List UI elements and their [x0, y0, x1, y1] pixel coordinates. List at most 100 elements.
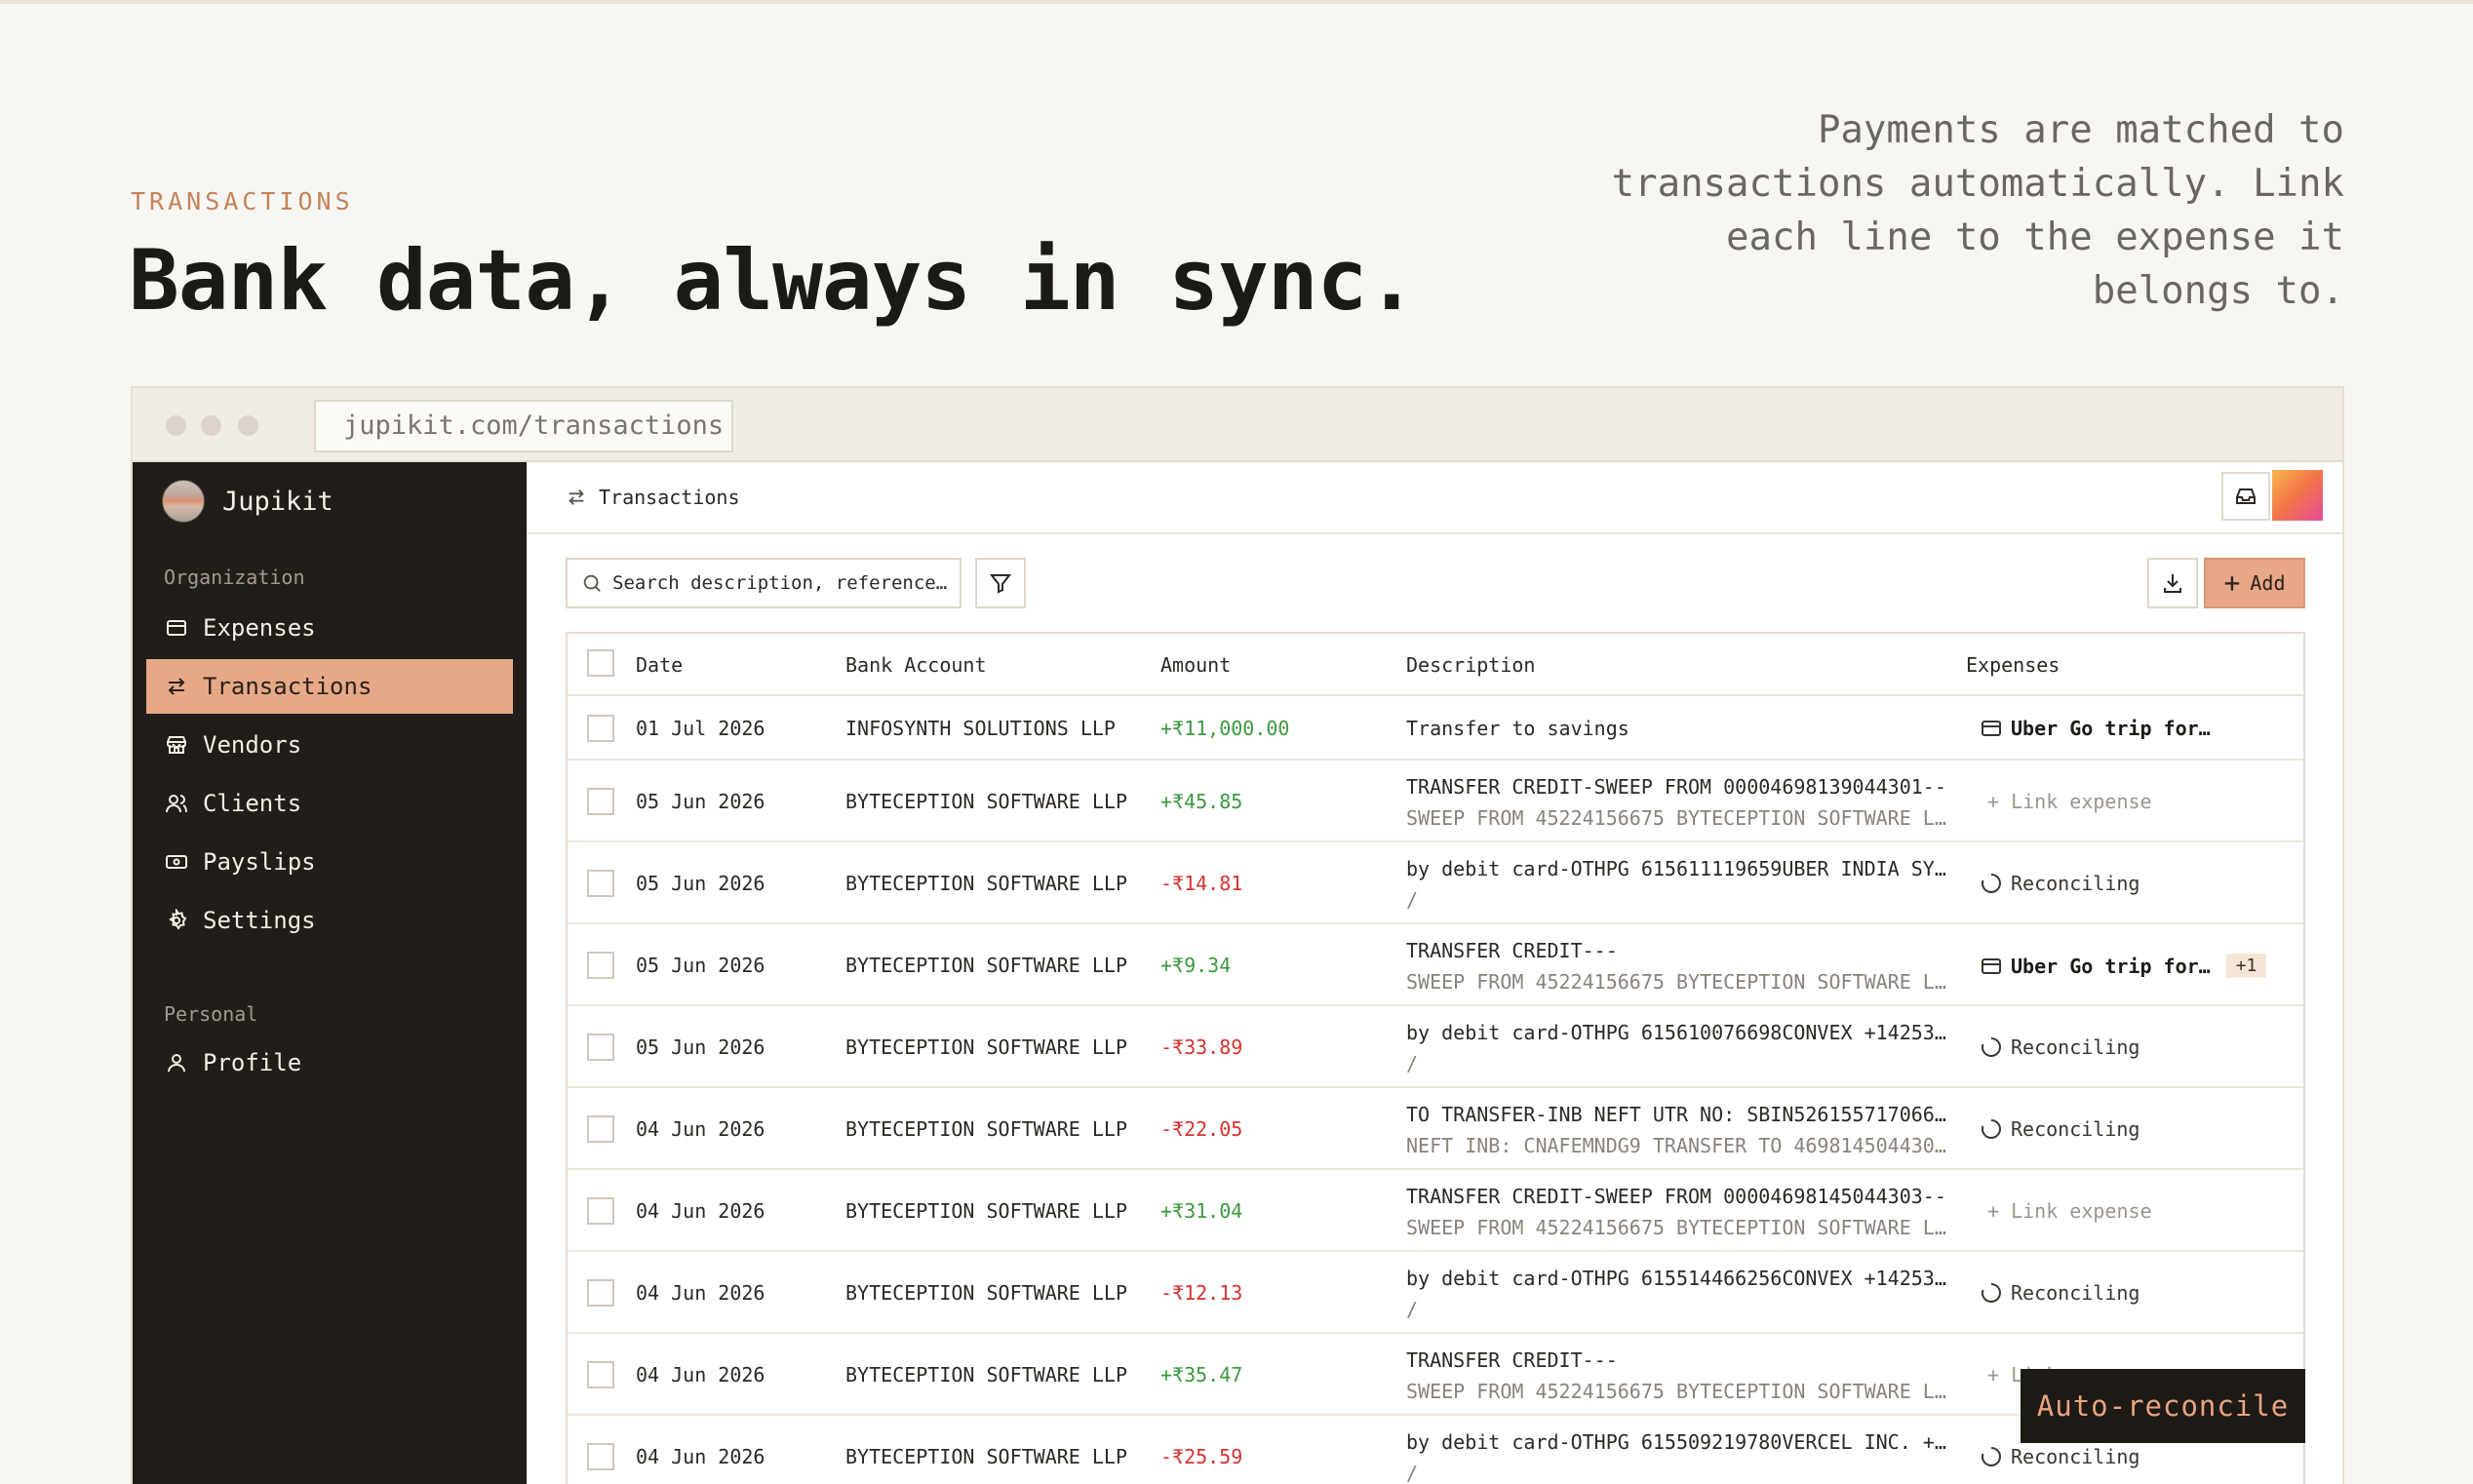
table-row[interactable]: 04 Jun 2026 BYTECEPTION SOFTWARE LLP +₹31.…	[568, 1170, 2303, 1252]
cell-date: 04 Jun 2026	[636, 1363, 765, 1386]
cell-amount: -₹14.81	[1160, 872, 1243, 895]
window-dot-close[interactable]	[166, 415, 186, 436]
plus-icon: +	[2223, 566, 2241, 599]
add-button[interactable]: + Add	[2204, 558, 2305, 608]
cell-description-detail: /	[1406, 1052, 1419, 1075]
table-header: Date Bank Account Amount Description Exp…	[568, 634, 2303, 696]
select-all-checkbox[interactable]	[587, 649, 614, 677]
add-button-label: Add	[2250, 571, 2286, 595]
table-row[interactable]: 05 Jun 2026 BYTECEPTION SOFTWARE LLP -₹33.…	[568, 1006, 2303, 1088]
row-checkbox[interactable]	[587, 1115, 614, 1143]
table-row[interactable]: 04 Jun 2026 BYTECEPTION SOFTWARE LLP -₹22.…	[568, 1088, 2303, 1170]
cell-description: by debit card-OTHPG 615610076698CONVEX +…	[1406, 1021, 1952, 1044]
column-header-amount[interactable]: Amount	[1160, 653, 1231, 677]
row-checkbox[interactable]	[587, 715, 614, 742]
cell-amount: -₹33.89	[1160, 1035, 1243, 1059]
search-input[interactable]: Search description, reference…	[566, 558, 962, 608]
row-checkbox[interactable]	[587, 1034, 614, 1061]
breadcrumb: Transactions	[566, 486, 740, 509]
arrows-swap-icon	[164, 674, 189, 699]
reconciling-label: Reconciling	[2011, 872, 2140, 895]
cell-description-detail: /	[1406, 1298, 1419, 1321]
cell-amount: -₹25.59	[1160, 1445, 1243, 1468]
cell-bank-account: BYTECEPTION SOFTWARE LLP	[845, 1199, 1127, 1223]
link-expense-label: + Link expense	[1987, 1199, 2152, 1223]
cell-bank-account: INFOSYNTH SOLUTIONS LLP	[845, 717, 1116, 740]
cell-bank-account: BYTECEPTION SOFTWARE LLP	[845, 1117, 1127, 1141]
cell-date: 01 Jul 2026	[636, 717, 765, 740]
cell-date: 04 Jun 2026	[636, 1281, 765, 1305]
linked-expense[interactable]: Uber Go trip for…	[1980, 717, 2211, 740]
address-bar[interactable]: jupikit.com/transactions	[314, 400, 733, 452]
row-checkbox[interactable]	[587, 870, 614, 897]
cell-description-detail: /	[1406, 1462, 1419, 1484]
sidebar-item-expenses[interactable]: Expenses	[146, 601, 513, 655]
table-row[interactable]: 05 Jun 2026 BYTECEPTION SOFTWARE LLP +₹9.3…	[568, 924, 2303, 1006]
toolbar: Search description, reference… + Add	[566, 558, 2305, 608]
row-checkbox[interactable]	[587, 1443, 614, 1470]
link-expense-button[interactable]: + Link expense	[1987, 790, 2152, 813]
link-expense-button[interactable]: + Link expense	[1987, 1199, 2152, 1223]
reconciling-label: Reconciling	[2011, 1035, 2140, 1059]
download-button[interactable]	[2147, 558, 2198, 608]
cell-bank-account: BYTECEPTION SOFTWARE LLP	[845, 1035, 1127, 1059]
avatar[interactable]	[2272, 470, 2323, 521]
column-header-bank-account[interactable]: Bank Account	[845, 653, 987, 677]
section-label-personal: Personal	[164, 1002, 258, 1026]
sidebar-item-label: Expenses	[203, 614, 316, 642]
sidebar-item-settings[interactable]: Settings	[146, 893, 513, 948]
cell-bank-account: BYTECEPTION SOFTWARE LLP	[845, 872, 1127, 895]
top-border	[0, 0, 2473, 4]
banknote-icon	[164, 849, 189, 875]
cell-description-detail: /	[1406, 888, 1419, 912]
inbox-button[interactable]	[2221, 472, 2270, 521]
download-icon	[2164, 574, 2181, 593]
window-dot-maximize[interactable]	[238, 415, 258, 436]
page-headline: Bank data, always in sync.	[129, 232, 1417, 330]
row-checkbox[interactable]	[587, 1197, 614, 1225]
cell-bank-account: BYTECEPTION SOFTWARE LLP	[845, 1363, 1127, 1386]
sidebar-item-vendors[interactable]: Vendors	[146, 718, 513, 772]
auto-reconcile-button[interactable]: Auto-reconcile	[2021, 1369, 2305, 1443]
cell-amount: +₹35.47	[1160, 1363, 1243, 1386]
cell-date: 04 Jun 2026	[636, 1117, 765, 1141]
table-row[interactable]: 05 Jun 2026 BYTECEPTION SOFTWARE LLP +₹45.…	[568, 761, 2303, 842]
sidebar-item-transactions[interactable]: Transactions	[146, 659, 513, 714]
cell-description-detail: SWEEP FROM 45224156675 BYTECEPTION SOFTW…	[1406, 1216, 1952, 1239]
window-dot-minimize[interactable]	[201, 415, 221, 436]
reconciling-status: Reconciling	[1980, 1281, 2139, 1305]
sidebar-item-payslips[interactable]: Payslips	[146, 835, 513, 889]
filter-button[interactable]	[975, 558, 1026, 608]
cell-description: TRANSFER CREDIT-SWEEP FROM 0000469813904…	[1406, 775, 1946, 799]
linked-expense[interactable]: Uber Go trip for… +1	[1980, 954, 2267, 978]
column-header-expenses[interactable]: Expenses	[1966, 653, 2060, 677]
sidebar-item-clients[interactable]: Clients	[146, 776, 513, 831]
credit-card-icon	[1982, 721, 2001, 736]
row-checkbox[interactable]	[587, 1279, 614, 1307]
linked-expense-label: Uber Go trip for…	[2011, 954, 2211, 978]
reconciling-status: Reconciling	[1980, 1445, 2139, 1468]
app-header: Transactions	[527, 462, 2342, 534]
brand-logo	[162, 480, 205, 523]
breadcrumb-label: Transactions	[599, 486, 740, 509]
cell-bank-account: BYTECEPTION SOFTWARE LLP	[845, 954, 1127, 977]
row-checkbox[interactable]	[587, 952, 614, 979]
table-row[interactable]: 01 Jul 2026 INFOSYNTH SOLUTIONS LLP +₹11,0…	[568, 696, 2303, 761]
column-header-description[interactable]: Description	[1406, 653, 1535, 677]
sidebar-item-profile[interactable]: Profile	[146, 1035, 513, 1090]
cell-description: Transfer to savings	[1406, 717, 1629, 740]
table-row[interactable]: 04 Jun 2026 BYTECEPTION SOFTWARE LLP -₹12.…	[568, 1252, 2303, 1334]
row-checkbox[interactable]	[587, 1361, 614, 1388]
brand[interactable]: Jupikit	[162, 480, 334, 523]
cell-date: 05 Jun 2026	[636, 872, 765, 895]
link-expense-label: + Link expense	[1987, 790, 2152, 813]
more-expenses-badge[interactable]: +1	[2225, 954, 2267, 978]
row-checkbox[interactable]	[587, 788, 614, 815]
cell-bank-account: BYTECEPTION SOFTWARE LLP	[845, 1281, 1127, 1305]
filter-icon	[989, 574, 1012, 594]
reconciling-label: Reconciling	[2011, 1117, 2140, 1141]
column-header-date[interactable]: Date	[636, 653, 683, 677]
table-row[interactable]: 05 Jun 2026 BYTECEPTION SOFTWARE LLP -₹14.…	[568, 842, 2303, 924]
reconciling-status: Reconciling	[1980, 872, 2139, 895]
cell-date: 04 Jun 2026	[636, 1445, 765, 1468]
